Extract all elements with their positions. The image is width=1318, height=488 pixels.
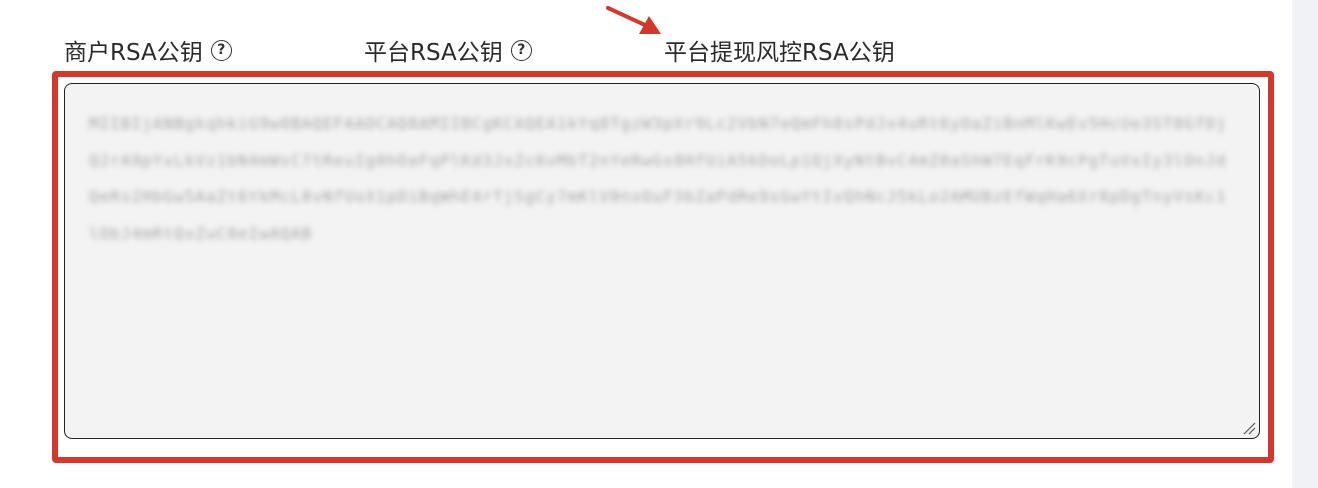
right-side-panel (1292, 0, 1318, 488)
resize-grip-icon[interactable] (1242, 421, 1256, 435)
public-key-textarea[interactable]: MIIBIjANBgkqhkiG9w0BAQEFAAOCAQ8AMIIBCgKC… (64, 83, 1260, 439)
tab-platform-withdrawal-risk-rsa-public-key[interactable]: 平台提现风控RSA公钥 (664, 33, 895, 67)
tab-platform-rsa-public-key[interactable]: 平台RSA公钥 ? (364, 33, 532, 67)
help-icon[interactable]: ? (210, 39, 232, 61)
help-icon[interactable]: ? (510, 39, 532, 61)
annotation-arrow (606, 6, 661, 34)
tab-label: 平台提现风控RSA公钥 (664, 40, 895, 66)
tab-merchant-rsa-public-key[interactable]: 商户RSA公钥 ? (64, 33, 232, 67)
tab-label: 商户RSA公钥 (64, 40, 203, 66)
tab-label: 平台RSA公钥 (364, 40, 503, 66)
public-key-value: MIIBIjANBgkqhkiG9w0BAQEFAAOCAQ8AMIIBCgKC… (89, 114, 1227, 243)
